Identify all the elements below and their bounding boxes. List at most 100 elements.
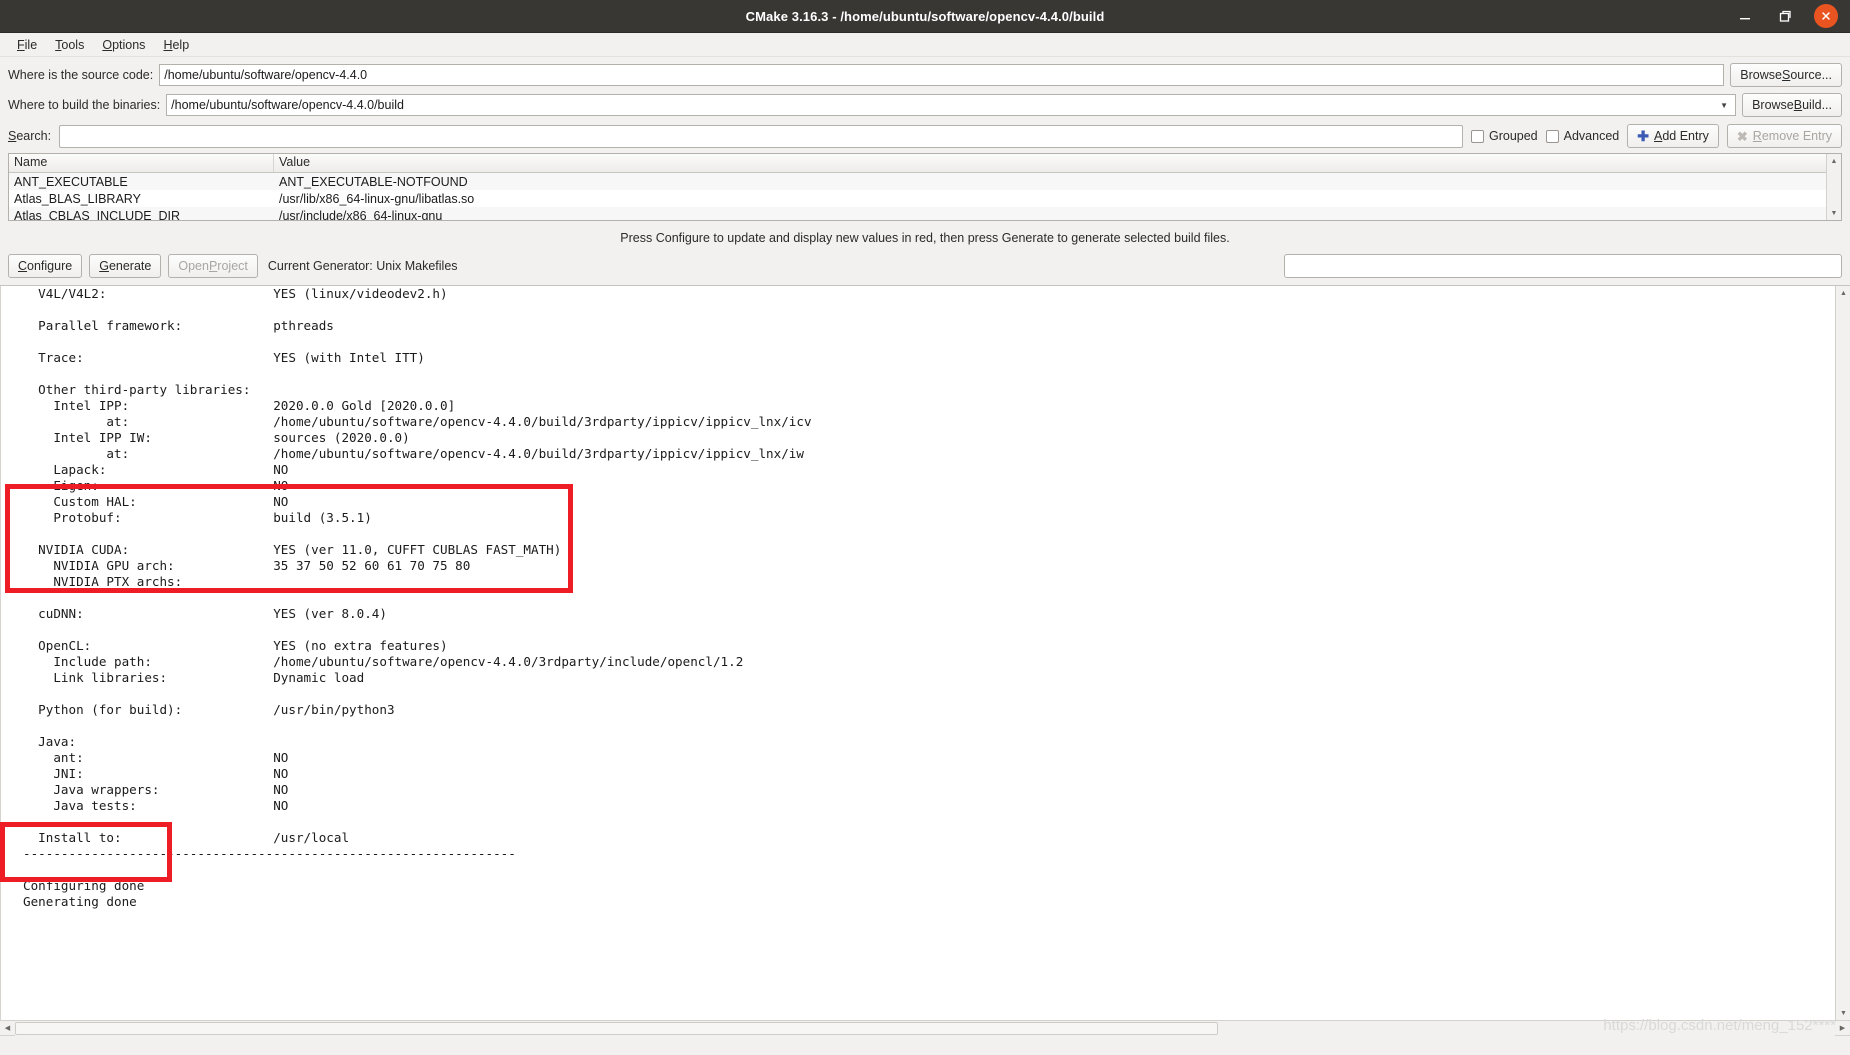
hint-text: Press Configure to update and display ne… bbox=[620, 231, 1230, 245]
log-line: NVIDIA GPU arch: 35 37 50 52 60 61 70 75… bbox=[23, 558, 471, 573]
generate-button[interactable]: Generate bbox=[89, 254, 162, 278]
scroll-up-icon[interactable]: ▲ bbox=[1836, 286, 1850, 300]
build-path-combo[interactable]: /home/ubuntu/software/opencv-4.4.0/build… bbox=[166, 94, 1737, 116]
log-line: Intel IPP IW: sources (2020.0.0) bbox=[23, 430, 410, 445]
log-line: NVIDIA CUDA: YES (ver 11.0, CUFFT CUBLAS… bbox=[23, 542, 562, 557]
log-output-text[interactable]: V4L/V4L2: YES (linux/videodev2.h) Parall… bbox=[0, 286, 1835, 1020]
close-icon[interactable] bbox=[1814, 4, 1838, 28]
log-line: Link libraries: Dynamic load bbox=[23, 670, 365, 685]
table-row[interactable]: Atlas_BLAS_LIBRARY /usr/lib/x86_64-linux… bbox=[9, 190, 1826, 207]
log-line: cuDNN: YES (ver 8.0.4) bbox=[23, 606, 387, 621]
menu-tools[interactable]: Tools bbox=[46, 36, 93, 54]
add-entry-label: Add Entry bbox=[1653, 129, 1709, 143]
log-line: ----------------------------------------… bbox=[23, 846, 516, 861]
log-line: Configuring done bbox=[23, 878, 145, 893]
scroll-up-icon[interactable]: ▲ bbox=[1827, 154, 1842, 168]
log-line: NVIDIA PTX archs: bbox=[23, 574, 183, 589]
log-line: Include path: /home/ubuntu/software/open… bbox=[23, 654, 744, 669]
grouped-checkbox-box[interactable] bbox=[1470, 129, 1484, 143]
cache-vertical-scrollbar[interactable]: ▲ ▼ bbox=[1826, 154, 1841, 220]
window-controls bbox=[1734, 4, 1850, 28]
log-line: Python (for build): /usr/bin/python3 bbox=[23, 702, 395, 717]
scroll-right-icon[interactable]: ▶ bbox=[1835, 1021, 1850, 1036]
log-line: ant: NO bbox=[23, 750, 289, 765]
column-header-name[interactable]: Name bbox=[9, 154, 274, 172]
menu-options-label: ptions bbox=[112, 37, 146, 52]
log-line: Java: bbox=[23, 734, 77, 749]
path-section: Where is the source code: /home/ubuntu/s… bbox=[0, 57, 1850, 123]
menu-options[interactable]: Options bbox=[93, 36, 154, 54]
status-bar bbox=[0, 1035, 1850, 1055]
log-line: V4L/V4L2: YES (linux/videodev2.h) bbox=[23, 286, 448, 301]
hscroll-trough[interactable] bbox=[15, 1020, 1835, 1036]
browse-source-button[interactable]: Browse Source... bbox=[1730, 63, 1842, 87]
cache-table-body: Name Value ANT_EXECUTABLE ANT_EXECUTABLE… bbox=[9, 154, 1826, 220]
titlebar: CMake 3.16.3 - /home/ubuntu/software/ope… bbox=[0, 0, 1850, 33]
log-line: Intel IPP: 2020.0.0 Gold [2020.0.0] bbox=[23, 398, 456, 413]
grouped-label: Grouped bbox=[1488, 129, 1538, 143]
menu-tools-label: ools bbox=[61, 37, 85, 52]
add-entry-button[interactable]: ✚ Add Entry bbox=[1627, 124, 1719, 148]
search-label: Search: bbox=[8, 129, 52, 143]
build-path-row: Where to build the binaries: /home/ubunt… bbox=[8, 93, 1842, 117]
cache-row-name: Atlas_CBLAS_INCLUDE_DIR bbox=[14, 208, 181, 221]
log-line: OpenCL: YES (no extra features) bbox=[23, 638, 448, 653]
log-line: Parallel framework: pthreads bbox=[23, 318, 334, 333]
menu-file-label: ile bbox=[24, 37, 38, 52]
plus-icon: ✚ bbox=[1637, 128, 1649, 144]
source-path-input[interactable]: /home/ubuntu/software/opencv-4.4.0 bbox=[159, 64, 1725, 86]
current-generator-label: Current Generator: Unix Makefiles bbox=[267, 259, 458, 273]
x-icon: ✖ bbox=[1736, 128, 1748, 144]
log-line: Java wrappers: NO bbox=[23, 782, 289, 797]
log-line: Java tests: NO bbox=[23, 798, 289, 813]
menu-help[interactable]: Help bbox=[154, 36, 198, 54]
scroll-down-icon[interactable]: ▼ bbox=[1827, 206, 1842, 220]
hscroll-thumb[interactable] bbox=[15, 1021, 1218, 1035]
log-line: Trace: YES (with Intel ITT) bbox=[23, 350, 425, 365]
configure-button[interactable]: Configure bbox=[8, 254, 83, 278]
menubar: File Tools Options Help bbox=[0, 33, 1850, 57]
browse-build-button[interactable]: Browse Build... bbox=[1742, 93, 1842, 117]
log-line: Custom HAL: NO bbox=[23, 494, 289, 509]
advanced-checkbox[interactable]: Advanced bbox=[1545, 129, 1619, 143]
scroll-left-icon[interactable]: ◀ bbox=[0, 1021, 15, 1036]
log-line: Other third-party libraries: bbox=[23, 382, 251, 397]
chevron-down-icon[interactable]: ▼ bbox=[1717, 101, 1731, 110]
cache-row-value: ANT_EXECUTABLE-NOTFOUND bbox=[279, 174, 468, 189]
output-log-panel: V4L/V4L2: YES (linux/videodev2.h) Parall… bbox=[0, 285, 1850, 1036]
log-horizontal-scrollbar[interactable]: ◀ ▶ bbox=[0, 1020, 1850, 1036]
cache-row-value: /usr/lib/x86_64-linux-gnu/libatlas.so bbox=[279, 191, 475, 206]
progress-bar bbox=[1284, 254, 1842, 278]
cache-row-value: /usr/include/x86_64-linux-gnu bbox=[279, 208, 443, 221]
cache-row-name: Atlas_BLAS_LIBRARY bbox=[14, 191, 141, 206]
open-project-button: Open Project bbox=[168, 254, 258, 278]
log-line: at: /home/ubuntu/software/opencv-4.4.0/b… bbox=[23, 414, 812, 429]
table-row[interactable]: ANT_EXECUTABLE ANT_EXECUTABLE-NOTFOUND bbox=[9, 173, 1826, 190]
scroll-down-icon[interactable]: ▼ bbox=[1836, 1006, 1850, 1020]
maximize-icon[interactable] bbox=[1774, 5, 1796, 27]
cache-row-name: ANT_EXECUTABLE bbox=[14, 174, 128, 189]
cache-table-header: Name Value bbox=[9, 154, 1826, 173]
column-header-value[interactable]: Value bbox=[274, 154, 1826, 172]
log-line: Generating done bbox=[23, 894, 137, 909]
source-path-row: Where is the source code: /home/ubuntu/s… bbox=[8, 63, 1842, 87]
grouped-checkbox[interactable]: Grouped bbox=[1470, 129, 1538, 143]
table-row[interactable]: Atlas_CBLAS_INCLUDE_DIR /usr/include/x86… bbox=[9, 207, 1826, 221]
cache-entries-table[interactable]: Name Value ANT_EXECUTABLE ANT_EXECUTABLE… bbox=[8, 153, 1842, 221]
menu-file[interactable]: File bbox=[8, 36, 46, 54]
build-path-value: /home/ubuntu/software/opencv-4.4.0/build bbox=[171, 98, 404, 112]
minimize-icon[interactable] bbox=[1734, 5, 1756, 27]
log-vertical-scrollbar[interactable]: ▲ ▼ bbox=[1835, 286, 1850, 1020]
source-path-value: /home/ubuntu/software/opencv-4.4.0 bbox=[164, 68, 368, 82]
advanced-checkbox-box[interactable] bbox=[1545, 129, 1559, 143]
log-main: V4L/V4L2: YES (linux/videodev2.h) Parall… bbox=[0, 286, 1850, 1020]
window-title: CMake 3.16.3 - /home/ubuntu/software/ope… bbox=[745, 8, 1105, 24]
search-input[interactable] bbox=[59, 124, 1463, 148]
